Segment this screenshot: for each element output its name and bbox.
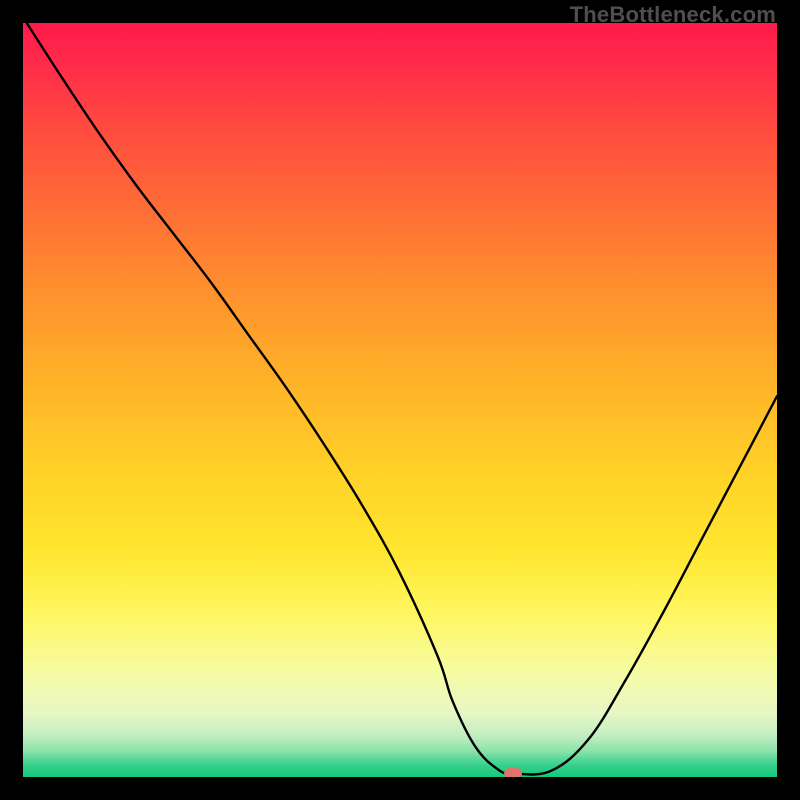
bottleneck-chart — [23, 23, 777, 777]
watermark-text: TheBottleneck.com — [570, 2, 776, 28]
gradient-background — [23, 23, 777, 777]
plot-area — [23, 23, 777, 777]
chart-frame: TheBottleneck.com — [0, 0, 800, 800]
